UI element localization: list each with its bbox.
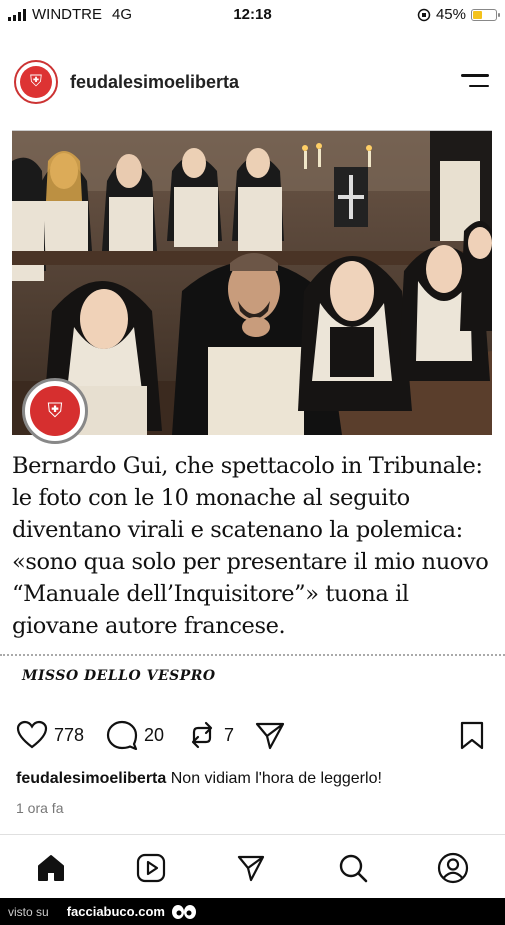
post-caption: feudalesimoeliberta Non vidiam l'hora de… <box>16 770 382 788</box>
nuns-courtroom-image <box>12 131 492 435</box>
watermark-logo: ⛨ <box>22 378 88 444</box>
footer-visto-su: visto su <box>8 904 49 919</box>
battery-percent: 45% <box>435 6 466 23</box>
eyes-icon <box>171 904 196 919</box>
send-icon <box>237 855 265 882</box>
battery-fill <box>473 10 483 19</box>
heart-icon <box>16 720 48 749</box>
bottom-nav <box>0 834 505 899</box>
comment-bubble-icon <box>106 720 138 750</box>
home-tab[interactable] <box>34 851 68 885</box>
search-tab[interactable] <box>336 851 370 885</box>
post-header: ⛨ feudalesimoeliberta <box>0 52 505 112</box>
battery-icon <box>471 8 500 21</box>
header-username[interactable]: feudalesimoeliberta <box>70 72 239 93</box>
caption-username[interactable]: feudalesimoeliberta <box>16 770 166 787</box>
avatar[interactable]: ⛨ <box>14 60 58 104</box>
dotted-divider <box>0 654 505 656</box>
knight-helmet-icon: ⛨ <box>20 66 52 98</box>
orientation-lock-icon <box>417 8 431 21</box>
share-button[interactable] <box>254 720 286 750</box>
profile-icon <box>437 852 469 884</box>
post-headline: Bernardo Gui, che spettacolo in Tribunal… <box>12 453 489 639</box>
post-timestamp: 1 ora fa <box>16 800 64 816</box>
play-circle-icon <box>136 853 166 883</box>
repost-icon <box>191 721 213 749</box>
messages-tab[interactable] <box>234 851 268 885</box>
caption-text: Non vidiam l'hora de leggerlo! <box>170 770 382 787</box>
hamburger-menu-icon[interactable] <box>461 74 489 90</box>
comment-count: 20 <box>144 724 165 745</box>
author-byline: MISSO DELLO VESPRO <box>22 668 216 684</box>
home-icon <box>38 855 64 881</box>
search-icon <box>339 854 368 883</box>
comment-button[interactable]: 20 <box>106 720 164 750</box>
repost-count: 7 <box>224 724 235 745</box>
status-right: 45% <box>417 6 500 23</box>
bookmark-icon <box>460 721 484 750</box>
reels-tab[interactable] <box>134 851 168 885</box>
status-bar: WINDTRE 4G 12:18 45% <box>0 0 505 30</box>
site-footer: visto su facciabuco.com <box>0 898 505 925</box>
profile-tab[interactable] <box>436 851 470 885</box>
send-icon <box>255 722 285 750</box>
like-button[interactable]: 778 <box>16 720 84 750</box>
knight-helmet-icon: ⛨ <box>30 386 80 436</box>
repost-button[interactable]: 7 <box>186 720 234 750</box>
like-count: 778 <box>54 724 85 745</box>
footer-site[interactable]: facciabuco.com <box>67 904 165 919</box>
save-button[interactable] <box>458 720 486 750</box>
post-photo <box>12 130 492 435</box>
action-bar: 778 20 7 <box>0 716 505 756</box>
